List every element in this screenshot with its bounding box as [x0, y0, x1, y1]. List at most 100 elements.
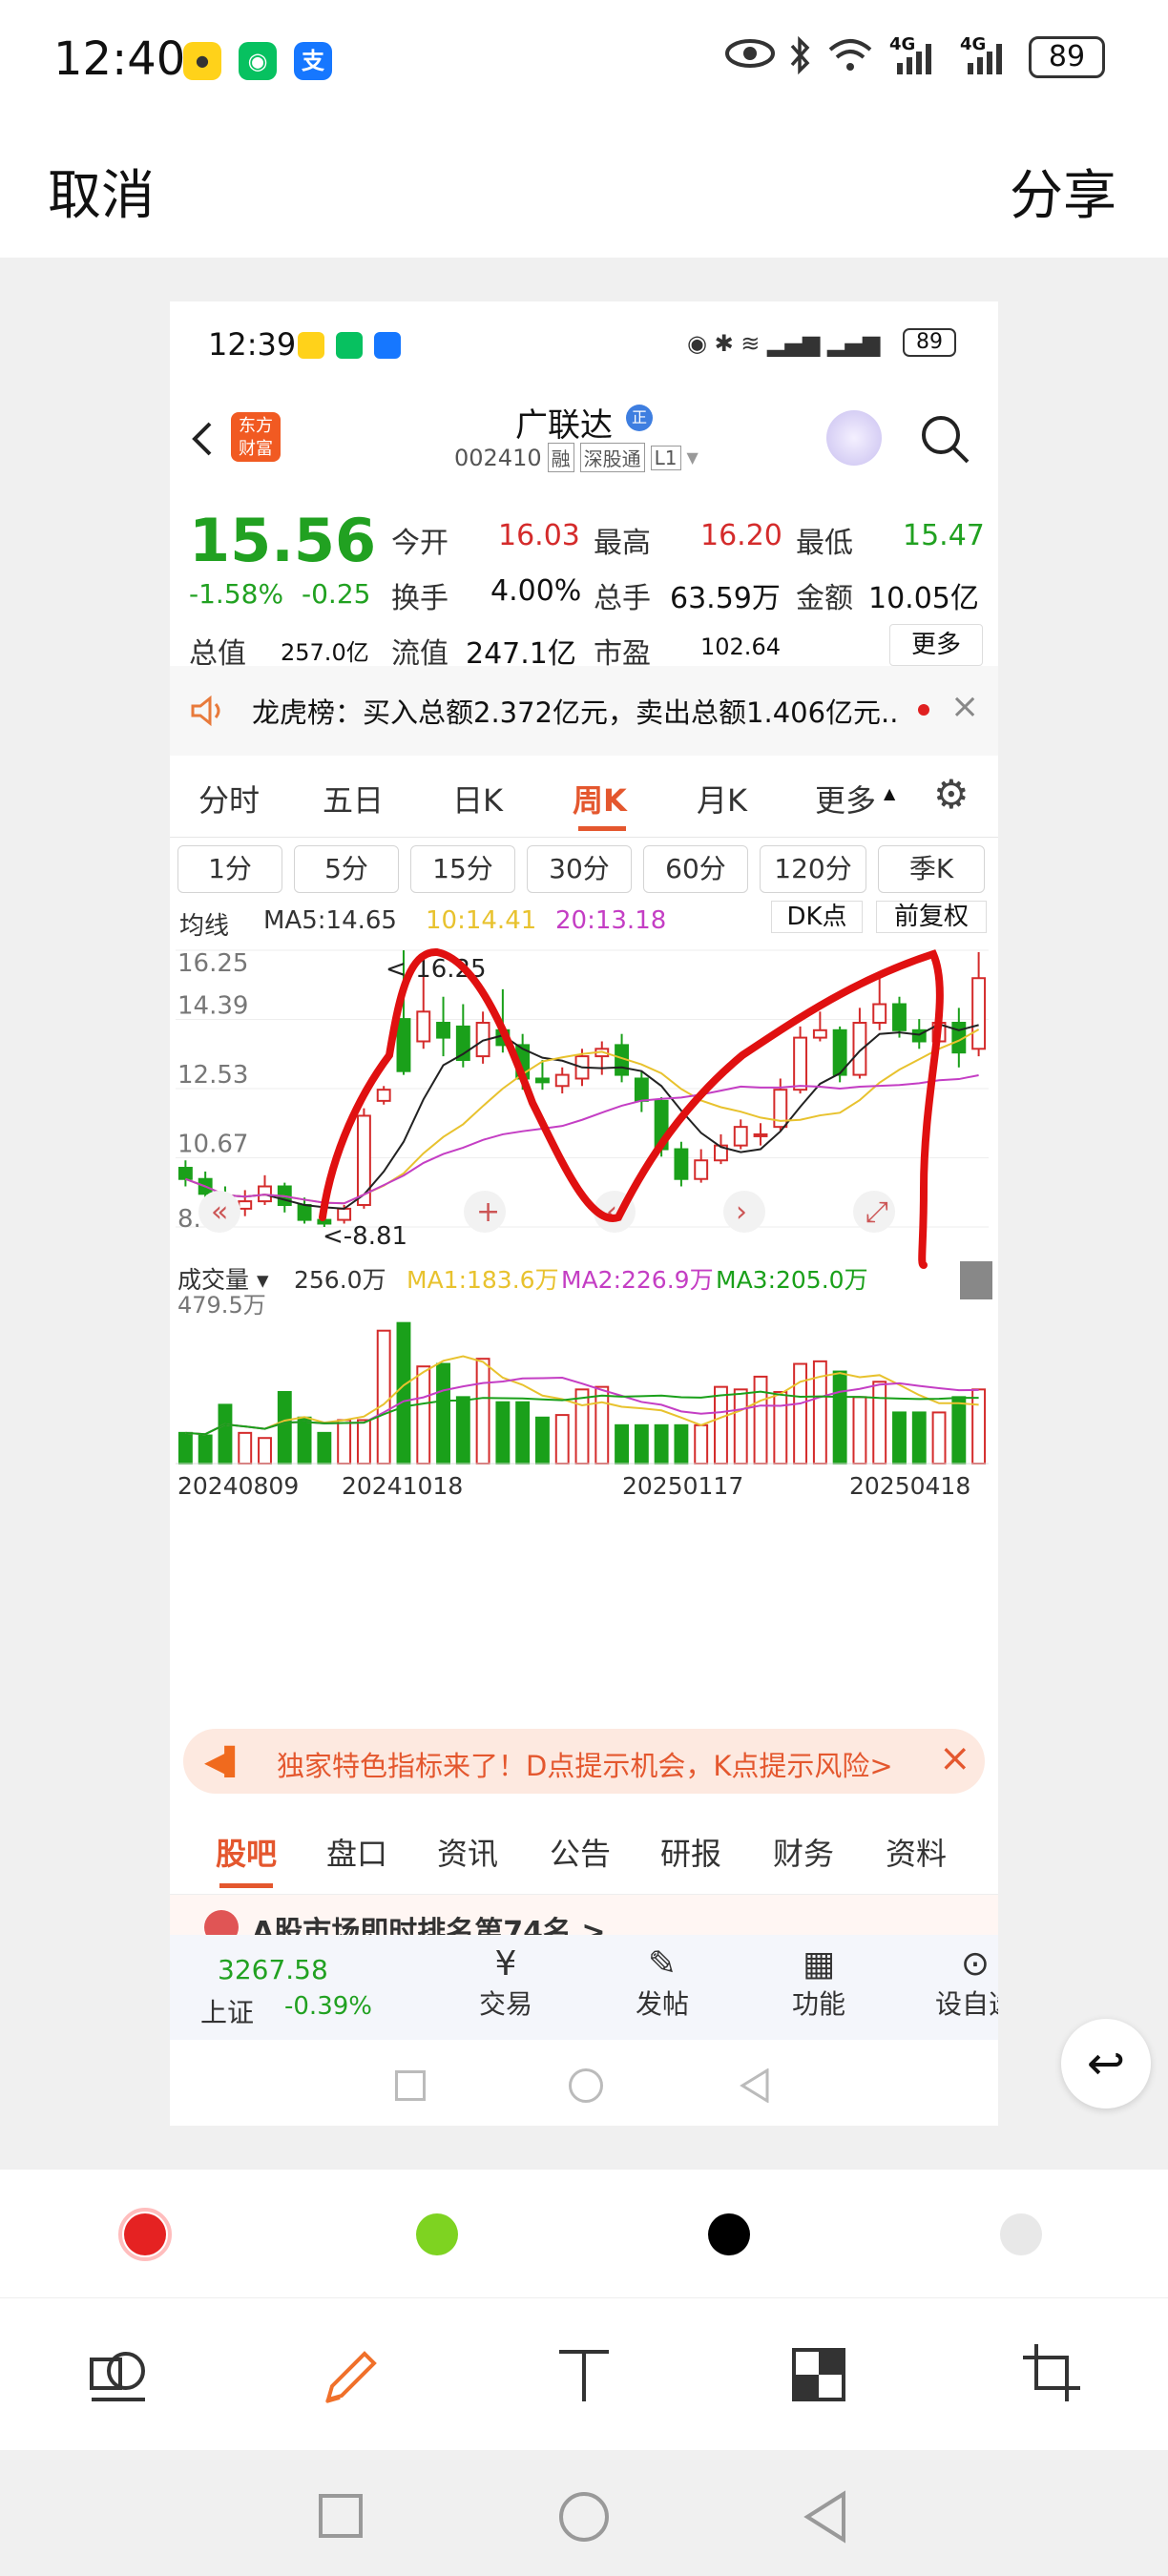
candle-body: [793, 1036, 808, 1091]
candle-body: [971, 977, 987, 1050]
volume-bar: [911, 1411, 927, 1465]
tab-profile[interactable]: 资料: [886, 1830, 947, 1874]
share-button[interactable]: 分享: [1010, 153, 1116, 230]
tab-yuek[interactable]: 月K: [697, 777, 747, 821]
candle-body: [337, 1207, 352, 1221]
stock-header: 东方财富 广联达 正 002410 融 深股通 L1 ▼: [170, 384, 998, 494]
period-30min[interactable]: 30分: [527, 845, 632, 893]
more-caret-icon: ▲: [884, 784, 896, 802]
volume-bar: [337, 1419, 352, 1465]
tab-report[interactable]: 研报: [660, 1830, 721, 1874]
index-change: -0.39%: [284, 1992, 372, 2021]
period-1min[interactable]: 1分: [177, 845, 282, 893]
amount-value: 10.05亿: [868, 582, 979, 615]
volume-bar: [416, 1365, 431, 1465]
robot-avatar-icon[interactable]: [826, 410, 882, 466]
yen-icon: ¥: [494, 1944, 517, 1984]
back-icon[interactable]: [802, 2490, 849, 2544]
promo-close-icon[interactable]: ×: [939, 1736, 971, 1780]
tag-rong: 融: [547, 443, 574, 472]
signal-icon: [897, 44, 931, 74]
color-green[interactable]: [416, 2213, 458, 2255]
crop-icon[interactable]: [1021, 2342, 1082, 2403]
candle-body: [554, 1073, 570, 1088]
inner-recent-icon: [395, 2070, 426, 2101]
trade-nav[interactable]: ¥ 交易: [448, 1944, 563, 2022]
tab-pankou[interactable]: 盘口: [326, 1830, 387, 1874]
pe-value: 102.64: [700, 634, 781, 660]
eye-icon: [725, 39, 775, 68]
change-value: -0.25: [302, 578, 371, 610]
more-button[interactable]: 更多: [889, 624, 983, 666]
dragon-text: 龙虎榜：买入总额2.372亿元，卖出总额1.406亿元...: [252, 696, 901, 729]
speaker-icon: [191, 695, 220, 727]
function-nav[interactable]: ▦ 功能: [761, 1944, 876, 2022]
text-icon[interactable]: [553, 2344, 615, 2405]
adjust-button[interactable]: 前复权: [876, 901, 987, 933]
tab-more[interactable]: 更多: [815, 777, 876, 821]
stock-code: 002410: [454, 444, 542, 471]
stock-code-row: 002410 融 深股通 L1 ▼: [454, 443, 699, 472]
recent-apps-icon[interactable]: [319, 2494, 363, 2538]
mosaic-icon[interactable]: [790, 2346, 847, 2403]
editor-topbar: 取消 分享: [0, 124, 1168, 258]
tab-wuri[interactable]: 五日: [323, 777, 384, 821]
color-red[interactable]: [124, 2213, 166, 2255]
search-icon[interactable]: [918, 412, 971, 466]
tab-rik[interactable]: 日K: [452, 777, 503, 821]
period-season[interactable]: 季K: [878, 845, 985, 893]
volume-legend: 成交量 ▾: [177, 1266, 269, 1294]
favorite-nav[interactable]: ⊙ 设自选: [918, 1944, 998, 2022]
dropdown-icon[interactable]: ▼: [687, 448, 699, 467]
volume-bar: [971, 1388, 987, 1465]
volume-bar: [258, 1437, 272, 1465]
cancel-button[interactable]: 取消: [48, 153, 155, 230]
kline-chart[interactable]: 16.2514.3912.5310.678.81<-16.25<-8.81«+‹…: [170, 941, 998, 1733]
volume-bar: [495, 1401, 511, 1465]
period-60min[interactable]: 60分: [643, 845, 748, 893]
index-name: 上证: [200, 1997, 255, 2028]
tab-notice[interactable]: 公告: [550, 1830, 611, 1874]
pencil-icon[interactable]: [321, 2344, 382, 2405]
promo-text: 独家特色指标来了！D点提示机会，K点提示风险>: [277, 1750, 893, 1782]
period-5min[interactable]: 5分: [294, 845, 399, 893]
volume-bar: [238, 1431, 253, 1465]
tab-zhouk[interactable]: 周K: [573, 777, 627, 821]
period-15min[interactable]: 15分: [410, 845, 515, 893]
tab-finance[interactable]: 财务: [773, 1830, 834, 1874]
status-bar: 12:40 ● ◉ 支 4G 4G 89: [0, 0, 1168, 124]
promo-banner[interactable]: ◀▌ 独家特色指标来了！D点提示机会，K点提示风险> ×: [183, 1729, 985, 1794]
inner-back-icon: [740, 2068, 769, 2103]
chart-tabs: 分时 五日 日K 周K 月K 更多 ▲ ⚙: [170, 758, 998, 838]
ma20-value: 20:13.18: [555, 906, 667, 935]
layers-icon[interactable]: [88, 2346, 149, 2407]
close-icon[interactable]: ×: [950, 687, 979, 726]
volume-bar: [733, 1388, 748, 1465]
volume-legend: MA1:183.6万: [407, 1266, 559, 1294]
ma5-value: MA5:14.65: [263, 906, 397, 935]
tab-fenshi[interactable]: 分时: [198, 777, 260, 821]
volume-bar: [951, 1396, 967, 1465]
post-nav[interactable]: ✎ 发帖: [605, 1944, 720, 2022]
grid-icon: ▦: [802, 1944, 835, 1984]
tab-guba[interactable]: 股吧: [216, 1830, 277, 1874]
home-icon[interactable]: [559, 2492, 609, 2542]
volume-bar: [634, 1423, 649, 1465]
last-price: 15.56: [189, 506, 377, 575]
back-arrow-icon[interactable]: [191, 420, 214, 458]
volume-bar: [615, 1423, 630, 1465]
color-black[interactable]: [708, 2213, 750, 2255]
gear-icon[interactable]: ⚙: [933, 771, 970, 818]
period-120min[interactable]: 120分: [760, 845, 866, 893]
dk-button[interactable]: DK点: [771, 901, 863, 933]
volume-value: 63.59万: [670, 582, 781, 615]
color-gray[interactable]: [1000, 2213, 1042, 2255]
undo-button[interactable]: ↩: [1061, 2019, 1151, 2109]
inner-status-icons: ◉ ✱ ≋ ▂▄▆ ▂▄▆: [687, 330, 881, 357]
ma-type-selector[interactable]: 均线: [179, 906, 229, 942]
candle-body: [812, 1028, 827, 1039]
tab-news[interactable]: 资讯: [437, 1830, 498, 1874]
candle-body: [376, 1089, 391, 1102]
volume-bar: [574, 1388, 590, 1465]
dragon-tiger-bar[interactable]: 龙虎榜：买入总额2.372亿元，卖出总额1.406亿元... ×: [170, 666, 998, 756]
